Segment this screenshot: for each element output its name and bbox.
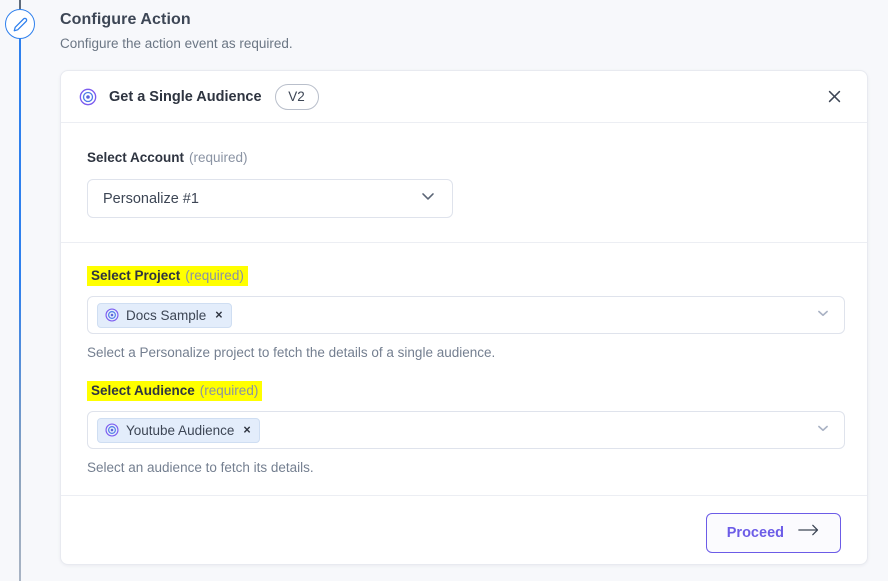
audience-chip-label: Youtube Audience	[126, 422, 235, 438]
audience-multiselect[interactable]: Youtube Audience ×	[87, 411, 845, 449]
project-label-text: Select Project	[91, 268, 181, 283]
audience-field-block: Select Audience (required) Youtube Audien…	[87, 381, 845, 475]
project-field-block: Select Project (required) Docs Sample ×	[87, 266, 845, 360]
step-edit-badge[interactable]	[5, 9, 35, 39]
account-select[interactable]: Personalize #1	[87, 179, 453, 218]
project-field-label: Select Project (required)	[87, 266, 248, 286]
project-required-text: (required)	[185, 268, 244, 283]
configure-action-card: Get a Single Audience V2 Select Account (…	[60, 70, 868, 565]
page-title: Configure Action	[60, 11, 191, 28]
project-helper-text: Select a Personalize project to fetch th…	[87, 345, 496, 360]
account-select-value: Personalize #1	[103, 190, 199, 207]
rail-line-top	[19, 0, 21, 9]
project-chip-label: Docs Sample	[126, 307, 207, 323]
chevron-down-icon	[814, 304, 832, 327]
bullseye-icon	[105, 423, 119, 437]
audience-chip[interactable]: Youtube Audience ×	[97, 417, 260, 443]
action-title: Get a Single Audience	[109, 88, 262, 105]
proceed-button[interactable]: Proceed	[705, 512, 841, 553]
close-icon[interactable]: ×	[215, 309, 222, 322]
arrow-right-icon	[798, 522, 820, 543]
bullseye-icon	[105, 308, 119, 322]
bullseye-icon	[79, 88, 97, 106]
audience-field-label: Select Audience (required)	[87, 381, 263, 401]
card-header: Get a Single Audience V2	[61, 71, 867, 123]
rail-line-bottom	[19, 38, 21, 581]
version-badge: V2	[274, 83, 319, 110]
audience-helper-text: Select an audience to fetch its details.	[87, 460, 314, 475]
page-subtitle: Configure the action event as required.	[60, 36, 293, 51]
page-heading: Configure Action Configure the action ev…	[60, 11, 293, 51]
pencil-icon	[13, 17, 28, 32]
account-section: Select Account (required) Personalize #1	[61, 123, 867, 243]
audience-label-text: Select Audience	[91, 383, 195, 398]
close-icon[interactable]	[821, 84, 847, 110]
proceed-button-label: Proceed	[726, 524, 784, 541]
project-chip[interactable]: Docs Sample ×	[97, 302, 232, 328]
fields-section: Select Project (required) Docs Sample ×	[61, 243, 867, 496]
project-multiselect[interactable]: Docs Sample ×	[87, 296, 845, 334]
stepper-rail	[0, 0, 40, 581]
card-footer: Proceed	[61, 496, 867, 564]
close-icon[interactable]: ×	[243, 424, 250, 437]
chevron-down-icon	[418, 186, 438, 211]
account-required-text: (required)	[189, 150, 248, 165]
chevron-down-icon	[814, 419, 832, 442]
account-label-text: Select Account	[87, 150, 185, 165]
audience-required-text: (required)	[199, 383, 259, 398]
account-field-label: Select Account (required)	[87, 150, 248, 165]
